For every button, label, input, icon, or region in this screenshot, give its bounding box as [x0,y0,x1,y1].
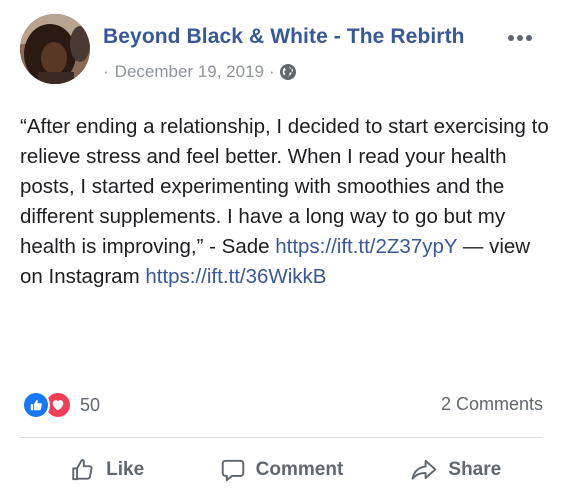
like-reaction-icon [22,391,50,419]
meta-separator: · [269,62,275,81]
actions-divider [20,437,543,438]
post-link-2[interactable]: https://ift.tt/36WikkB [145,265,326,288]
share-button[interactable]: Share [369,446,543,494]
avatar-image [20,14,90,84]
post-link-1[interactable]: https://ift.tt/2Z37ypY [275,235,457,258]
post-actions: Like Comment Share [20,446,543,494]
post-header: Beyond Black & White - The Rebirth · Dec… [20,14,551,88]
post-body: “After ending a relationship, I decided … [20,112,555,292]
reactions-summary[interactable]: 50 [22,391,100,419]
page-avatar[interactable] [20,14,90,84]
page-name-link[interactable]: Beyond Black & White - The Rebirth [103,25,465,49]
post-card: Beyond Black & White - The Rebirth · Dec… [0,0,565,500]
share-icon [412,459,437,480]
reaction-count: 50 [80,394,101,415]
post-stats: 50 2 Comments [22,388,543,419]
meta-separator: · [103,62,109,81]
comment-label: Comment [255,459,344,480]
globe-icon [279,64,296,80]
thumbs-up-icon [72,459,93,481]
share-label: Share [448,459,502,480]
comment-button[interactable]: Comment [194,446,368,494]
comment-icon [221,459,244,482]
comments-count-link[interactable]: 2 Comments [441,394,543,415]
post-date[interactable]: December 19, 2019 [115,62,264,82]
like-button[interactable]: Like [20,446,194,494]
like-label: Like [106,459,145,480]
post-meta: · December 19, 2019 · [103,62,296,82]
more-options-icon[interactable] [503,28,537,48]
